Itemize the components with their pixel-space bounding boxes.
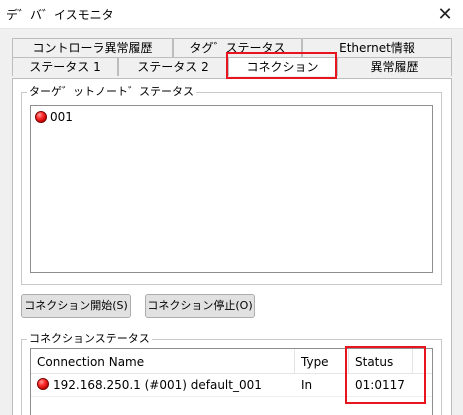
- row-divider: [31, 396, 432, 397]
- window-title: デ゛バ゛イスモニタ: [6, 8, 114, 22]
- tab-row-1: コントローラ異常履歴 タグ゛ステータス Ethernet情報: [12, 38, 452, 57]
- tab-status-1[interactable]: ステータス 1: [12, 57, 118, 76]
- tab-tag-status[interactable]: タグ゛ステータス: [173, 38, 302, 57]
- column-header-status[interactable]: Status: [349, 349, 413, 373]
- column-header-type[interactable]: Type: [295, 349, 349, 373]
- column-header-connection-name[interactable]: Connection Name: [31, 349, 295, 373]
- status-indicator-icon: [35, 111, 47, 123]
- connection-name-cell: 192.168.250.1 (#001) default_001: [53, 378, 262, 392]
- tab-ethernet-info[interactable]: Ethernet情報: [302, 38, 452, 57]
- connection-status-group-label: コネクションステータス: [27, 332, 152, 345]
- stop-connection-button[interactable]: コネクション停止(O): [145, 294, 255, 318]
- start-connection-button[interactable]: コネクション開始(S): [21, 294, 131, 318]
- target-node-list[interactable]: 001: [30, 105, 433, 273]
- table-header: Connection Name Type Status: [31, 349, 432, 374]
- connection-type-cell: In: [301, 378, 313, 392]
- connection-status-cell: 01:0117: [355, 378, 405, 392]
- tab-error-history[interactable]: 異常履歴: [337, 57, 452, 76]
- tab-connection[interactable]: コネクション: [228, 57, 337, 76]
- title-bar: デ゛バ゛イスモニタ ✕: [0, 0, 463, 29]
- tab-controller-error-history[interactable]: コントローラ異常履歴: [12, 38, 173, 57]
- connection-table[interactable]: Connection Name Type Status 192.168.250.…: [30, 348, 433, 415]
- list-item[interactable]: 001: [35, 110, 73, 124]
- close-icon[interactable]: ✕: [427, 0, 463, 28]
- table-row[interactable]: 192.168.250.1 (#001) default_001 In 01:0…: [31, 374, 432, 396]
- node-name: 001: [50, 110, 73, 124]
- connection-status-indicator-icon: [37, 378, 49, 390]
- target-node-group-label: ターゲ゛ットノート゛ステータス: [27, 85, 196, 98]
- tab-row-2: ステータス 1 ステータス 2 コネクション 異常履歴: [12, 57, 452, 76]
- tab-status-2[interactable]: ステータス 2: [118, 57, 228, 76]
